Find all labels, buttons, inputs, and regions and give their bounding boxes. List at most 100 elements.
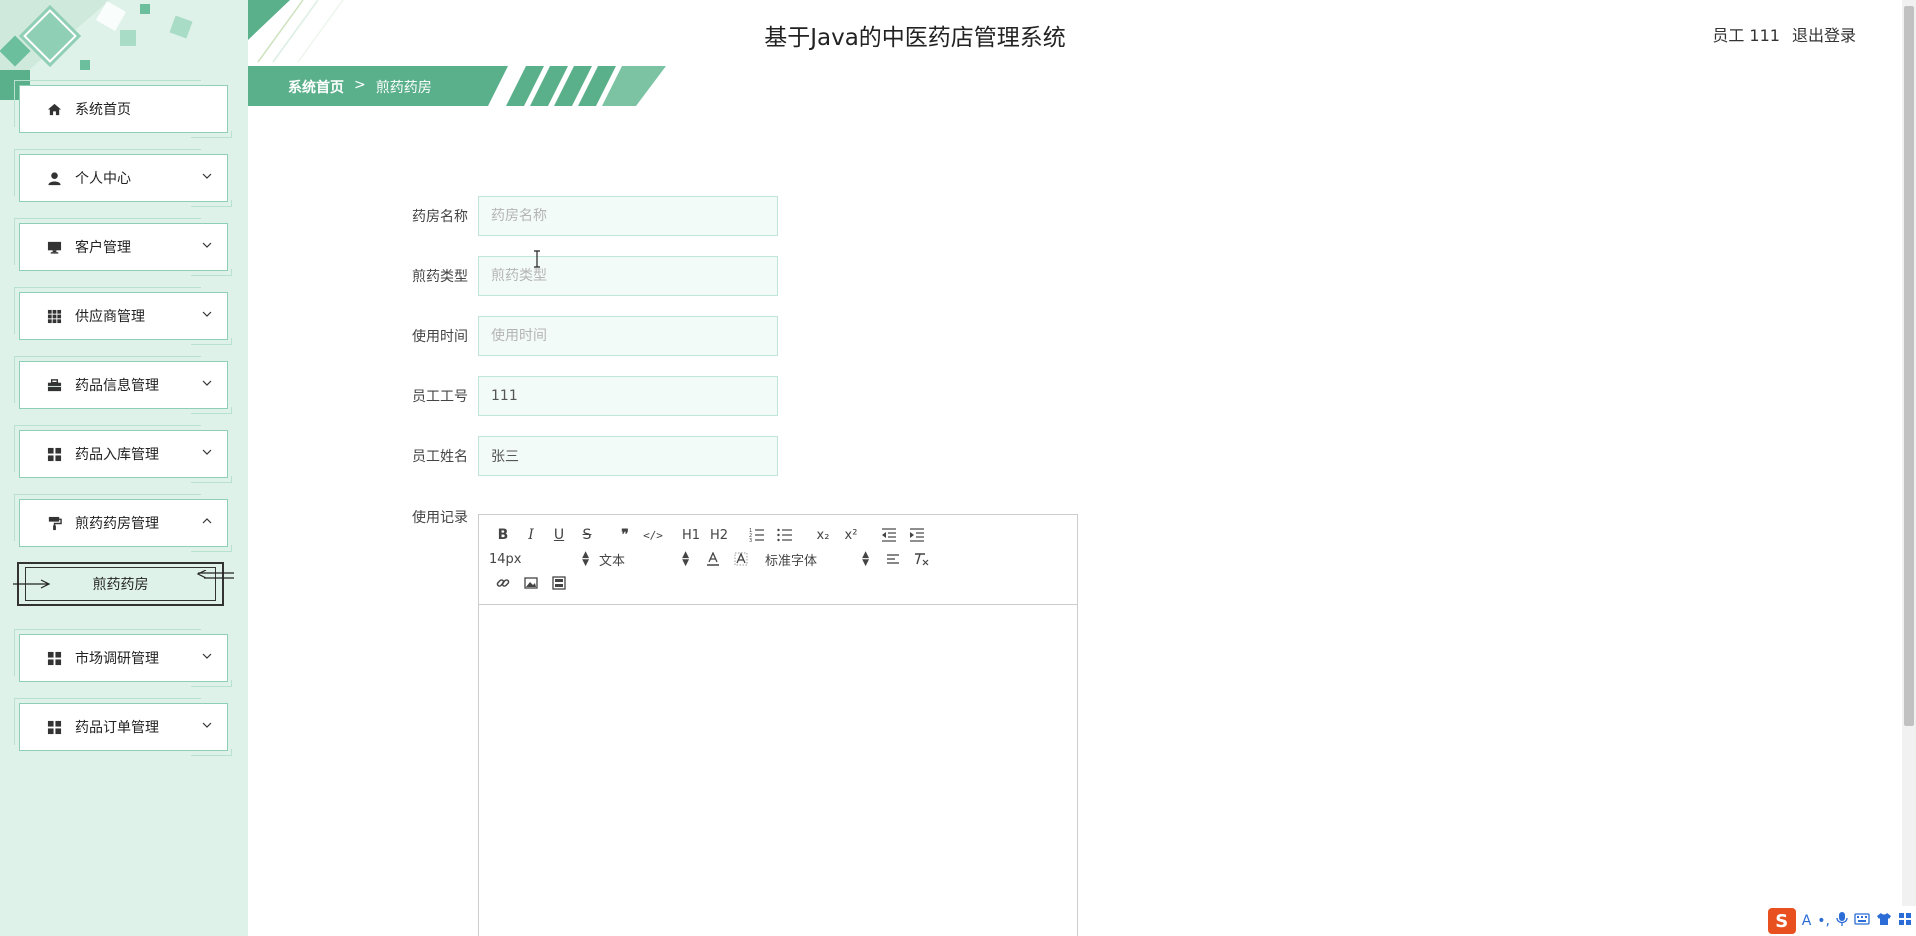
chevron-down-icon: [202, 722, 212, 728]
sidebar-item-home[interactable]: 系统首页: [14, 80, 232, 138]
sogou-ime-icon[interactable]: S: [1767, 908, 1796, 934]
form-row-employee-name: 员工姓名: [400, 436, 778, 476]
chevron-down-icon: [202, 380, 212, 386]
heading-2-button[interactable]: H2: [705, 523, 733, 547]
logout-link[interactable]: 退出登录: [1792, 22, 1856, 46]
chevron-down-icon: [202, 242, 212, 248]
breadcrumb: 系统首页 > 煎药药房: [248, 66, 668, 106]
sidebar-item-label: 药品入库管理: [75, 447, 159, 463]
home-icon: [46, 101, 62, 117]
grid-icon: [46, 308, 62, 324]
pharmacy-name-input[interactable]: [478, 196, 778, 236]
monitor-icon: [46, 239, 62, 255]
briefcase-icon: [46, 377, 62, 393]
font-size-value: 14px: [489, 551, 522, 567]
bullet-list-icon[interactable]: [771, 523, 799, 547]
paragraph-value: 文本: [599, 553, 626, 569]
form-row-pharmacy-name: 药房名称: [400, 196, 778, 236]
heading-1-button[interactable]: H1: [677, 523, 705, 547]
editor-toolbar: B I U S ❞ </> H1 H2 123 x₂ x² 14px ▲ ▼ 文…: [479, 515, 1077, 605]
microphone-icon[interactable]: [1836, 911, 1848, 931]
svg-text:3: 3: [749, 538, 752, 542]
text-cursor-icon: [534, 250, 540, 268]
apps-icon: [46, 719, 62, 735]
sidebar-item-decoction-room[interactable]: 煎药药房管理: [14, 494, 232, 552]
sidebar-item-label: 个人中心: [75, 171, 131, 187]
sidebar-item-market-research[interactable]: 市场调研管理: [14, 629, 232, 687]
chevron-down-icon: [202, 311, 212, 317]
video-icon[interactable]: [545, 571, 573, 595]
toolbox-grid-icon[interactable]: [1898, 912, 1912, 930]
user-icon: [46, 170, 62, 186]
user-info: 员工 111 退出登录: [1712, 22, 1856, 46]
italic-button[interactable]: I: [517, 523, 545, 547]
bold-button[interactable]: B: [489, 523, 517, 547]
breadcrumb-links: 系统首页 > 煎药药房: [288, 77, 432, 97]
scrollbar-thumb[interactable]: [1904, 6, 1914, 726]
clear-format-icon[interactable]: [907, 547, 935, 571]
arrow-left-icon: [196, 570, 234, 579]
image-icon[interactable]: [517, 571, 545, 595]
chevron-down-icon: [202, 653, 212, 659]
use-time-input[interactable]: [478, 316, 778, 356]
font-color-icon[interactable]: [699, 547, 727, 571]
sidebar-item-drug-order[interactable]: 药品订单管理: [14, 698, 232, 756]
sidebar: 系统首页 个人中心 客户管理 供应商管理 药品信息管理 药品入库管理 煎药药房管…: [0, 0, 248, 936]
background-color-icon[interactable]: [727, 547, 755, 571]
indent-icon[interactable]: [903, 523, 931, 547]
app-title: 基于Java的中医药店管理系统: [764, 25, 1066, 51]
sidebar-item-label: 供应商管理: [75, 309, 145, 325]
form-row-decoct-type: 煎药类型: [400, 256, 778, 296]
editor-content-area[interactable]: [479, 605, 1077, 935]
submenu-item-label: 煎药药房: [92, 577, 149, 593]
skin-shirt-icon[interactable]: [1876, 912, 1892, 930]
ime-toolbar: S A •,: [1763, 906, 1916, 936]
keyboard-icon[interactable]: [1854, 913, 1870, 929]
app-root: 系统首页 个人中心 客户管理 供应商管理 药品信息管理 药品入库管理 煎药药房管…: [0, 0, 1916, 936]
select-arrows-icon: ▲ ▼: [862, 550, 869, 568]
decoct-type-label: 煎药类型: [412, 269, 468, 285]
decoct-type-input[interactable]: [478, 256, 778, 296]
employee-name-input[interactable]: [478, 436, 778, 476]
font-family-select[interactable]: 标准字体 ▲ ▼: [765, 550, 869, 569]
employee-name-label: 员工姓名: [412, 449, 468, 465]
submenu-item-decoction-pharmacy[interactable]: 煎药药房: [13, 562, 234, 606]
select-arrows-icon: ▲ ▼: [582, 550, 589, 568]
ime-punctuation-icon[interactable]: •,: [1817, 913, 1830, 929]
form-row-employee-no: 员工工号: [400, 376, 778, 416]
breadcrumb-current: 煎药药房: [375, 80, 432, 96]
sidebar-item-supplier[interactable]: 供应商管理: [14, 287, 232, 345]
usage-record-label: 使用记录: [412, 510, 468, 526]
strike-button[interactable]: S: [573, 523, 601, 547]
user-label: 员工 111: [1712, 26, 1780, 45]
sidebar-item-drug-stock-in[interactable]: 药品入库管理: [14, 425, 232, 483]
paragraph-select[interactable]: 文本 ▲ ▼: [599, 550, 689, 569]
employee-no-input[interactable]: [478, 376, 778, 416]
sidebar-item-customer[interactable]: 客户管理: [14, 218, 232, 276]
outdent-icon[interactable]: [875, 523, 903, 547]
underline-button[interactable]: U: [545, 523, 573, 547]
ime-mode-icon[interactable]: A: [1802, 913, 1812, 929]
font-size-select[interactable]: 14px ▲ ▼: [489, 550, 589, 568]
sidebar-item-drug-info[interactable]: 药品信息管理: [14, 356, 232, 414]
arrow-right-icon: [13, 579, 51, 589]
link-icon[interactable]: [489, 571, 517, 595]
apps-icon: [46, 446, 62, 462]
rich-text-editor: B I U S ❞ </> H1 H2 123 x₂ x² 14px ▲ ▼ 文…: [478, 514, 1078, 936]
sidebar-item-label: 客户管理: [75, 240, 131, 256]
code-block-button[interactable]: </>: [639, 523, 667, 547]
header-decoration: [248, 0, 344, 63]
sidebar-item-label: 药品订单管理: [75, 720, 159, 736]
breadcrumb-home[interactable]: 系统首页: [288, 77, 344, 97]
subscript-button[interactable]: x₂: [809, 523, 837, 547]
sidebar-item-personal-center[interactable]: 个人中心: [14, 149, 232, 207]
sidebar-item-label: 市场调研管理: [75, 651, 159, 667]
vertical-scrollbar[interactable]: [1902, 0, 1916, 936]
ordered-list-icon[interactable]: 123: [743, 523, 771, 547]
select-arrows-icon: ▲ ▼: [682, 550, 689, 568]
align-left-icon[interactable]: [879, 547, 907, 571]
blockquote-button[interactable]: ❞: [611, 523, 639, 547]
employee-no-label: 员工工号: [412, 389, 468, 405]
font-family-value: 标准字体: [765, 553, 818, 569]
superscript-button[interactable]: x²: [837, 523, 865, 547]
